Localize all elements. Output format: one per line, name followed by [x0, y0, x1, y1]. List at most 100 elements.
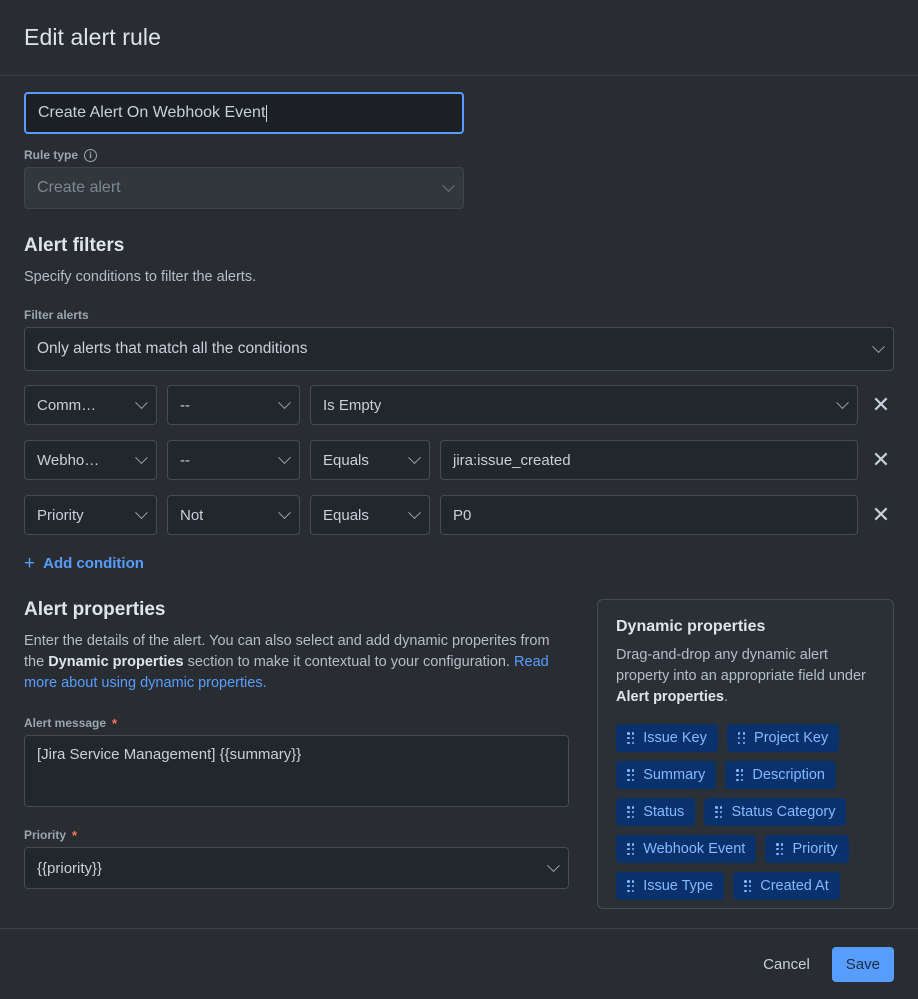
chevron-down-icon — [278, 451, 291, 464]
condition-attribute-select-value: Comm… — [37, 397, 96, 414]
add-condition-button[interactable]: + Add condition — [24, 550, 144, 577]
rule-name-input[interactable]: Create Alert On Webhook Event — [24, 92, 464, 134]
required-marker: * — [72, 829, 77, 842]
priority-value: {{priority}} — [37, 860, 102, 877]
filter-alerts-label: Filter alerts — [24, 308, 894, 322]
dynamic-properties-column: Dynamic properties Drag-and-drop any dyn… — [597, 599, 894, 909]
drag-handle-icon — [776, 843, 783, 855]
dynamic-property-chip[interactable]: Status Category — [704, 798, 846, 826]
dynamic-property-chip-label: Issue Type — [643, 878, 713, 894]
chevron-down-icon — [442, 179, 455, 192]
add-condition-label: Add condition — [43, 555, 144, 572]
dynamic-property-chip-label: Status Category — [731, 804, 835, 820]
dynamic-property-chip[interactable]: Status — [616, 798, 695, 826]
close-icon: ✕ — [872, 504, 890, 526]
dynamic-property-chip[interactable]: Description — [725, 761, 836, 789]
alert-properties-section: Alert properties Enter the details of th… — [24, 599, 894, 909]
condition-row: Comm… -- Is Empty ✕ — [24, 385, 894, 425]
dynamic-properties-description: Drag-and-drop any dynamic alert property… — [616, 645, 875, 708]
condition-row: Priority Not Equals P0 ✕ — [24, 495, 894, 535]
required-marker: * — [112, 717, 117, 730]
condition-operator-select[interactable]: Equals — [310, 495, 430, 535]
condition-operator-select[interactable]: Equals — [310, 440, 430, 480]
chevron-down-icon — [872, 340, 885, 353]
rule-type-value: Create alert — [37, 179, 121, 197]
condition-attribute-select-value: Priority — [37, 507, 84, 524]
chevron-down-icon — [408, 451, 421, 464]
chevron-down-icon — [836, 396, 849, 409]
condition-negation-select[interactable]: -- — [167, 385, 300, 425]
plus-icon: + — [24, 554, 35, 573]
conditions-list: Comm…--Is Empty✕Webho…--Equalsjira:issue… — [24, 385, 894, 535]
dynamic-property-chip-label: Webhook Event — [643, 841, 745, 857]
dynamic-property-chip[interactable]: Summary — [616, 761, 716, 789]
condition-operator-select-value: Is Empty — [323, 397, 381, 414]
dynamic-property-chips: Issue Key Project Key Summary Description St… — [616, 724, 875, 900]
chevron-down-icon — [408, 506, 421, 519]
chevron-down-icon — [135, 451, 148, 464]
condition-row: Webho… -- Equals jira:issue_created✕ — [24, 440, 894, 480]
filter-alerts-select[interactable]: Only alerts that match all the condition… — [24, 327, 894, 371]
remove-condition-button[interactable]: ✕ — [868, 495, 894, 535]
condition-attribute-select[interactable]: Comm… — [24, 385, 157, 425]
drag-handle-icon — [627, 732, 634, 744]
condition-value-input[interactable]: jira:issue_created — [440, 440, 858, 480]
chevron-down-icon — [135, 506, 148, 519]
alert-filters-heading: Alert filters — [24, 235, 894, 257]
condition-value-text: P0 — [453, 507, 471, 524]
dialog-header: Edit alert rule — [0, 0, 918, 76]
dynamic-property-chip[interactable]: Priority — [765, 835, 848, 863]
condition-attribute-select[interactable]: Priority — [24, 495, 157, 535]
close-icon: ✕ — [872, 394, 890, 416]
chevron-down-icon — [278, 506, 291, 519]
priority-select[interactable]: {{priority}} — [24, 847, 569, 889]
dynamic-properties-title: Dynamic properties — [616, 618, 875, 636]
rule-type-select: Create alert — [24, 167, 464, 209]
chevron-down-icon — [135, 396, 148, 409]
chevron-down-icon — [547, 859, 560, 872]
remove-condition-button[interactable]: ✕ — [868, 385, 894, 425]
chevron-down-icon — [278, 396, 291, 409]
condition-negation-select[interactable]: Not — [167, 495, 300, 535]
dynamic-property-chip[interactable]: Project Key — [727, 724, 839, 752]
info-icon[interactable]: i — [84, 149, 97, 162]
drag-handle-icon — [627, 880, 634, 892]
condition-operator-select[interactable]: Is Empty — [310, 385, 858, 425]
condition-operator-select-value: Equals — [323, 452, 369, 469]
dynamic-property-chip[interactable]: Issue Key — [616, 724, 718, 752]
drag-handle-icon — [736, 769, 743, 781]
dialog-body: Create Alert On Webhook Event Rule type … — [0, 76, 918, 928]
alert-message-input[interactable] — [24, 735, 569, 807]
filter-alerts-value: Only alerts that match all the condition… — [37, 340, 308, 358]
dynamic-property-chip-label: Summary — [643, 767, 705, 783]
dynamic-property-chip-label: Description — [752, 767, 825, 783]
save-button[interactable]: Save — [832, 947, 894, 982]
dynamic-property-chip[interactable]: Issue Type — [616, 872, 724, 900]
dynamic-properties-panel: Dynamic properties Drag-and-drop any dyn… — [597, 599, 894, 909]
rule-name-value: Create Alert On Webhook Event — [38, 104, 265, 122]
drag-handle-icon — [627, 769, 634, 781]
condition-negation-select-value: Not — [180, 507, 203, 524]
cancel-button[interactable]: Cancel — [749, 947, 824, 982]
remove-condition-button[interactable]: ✕ — [868, 440, 894, 480]
alert-properties-column: Alert properties Enter the details of th… — [24, 599, 569, 889]
alert-properties-description: Enter the details of the alert. You can … — [24, 631, 569, 694]
dynamic-property-chip-label: Created At — [760, 878, 829, 894]
dynamic-property-chip[interactable]: Created At — [733, 872, 840, 900]
condition-value-input[interactable]: P0 — [440, 495, 858, 535]
drag-handle-icon — [627, 843, 634, 855]
dynamic-property-chip-label: Priority — [792, 841, 837, 857]
condition-negation-select-value: -- — [180, 397, 190, 414]
dynamic-property-chip-label: Issue Key — [643, 730, 707, 746]
dynamic-property-chip-label: Project Key — [754, 730, 828, 746]
text-caret — [266, 105, 267, 122]
dynamic-property-chip[interactable]: Webhook Event — [616, 835, 756, 863]
alert-properties-heading: Alert properties — [24, 599, 569, 621]
priority-label: Priority* — [24, 828, 569, 842]
edit-alert-rule-dialog: Edit alert rule Create Alert On Webhook … — [0, 0, 918, 999]
dynamic-property-chip-label: Status — [643, 804, 684, 820]
drag-handle-icon — [715, 806, 722, 818]
condition-attribute-select[interactable]: Webho… — [24, 440, 157, 480]
condition-negation-select[interactable]: -- — [167, 440, 300, 480]
condition-attribute-select-value: Webho… — [37, 452, 99, 469]
